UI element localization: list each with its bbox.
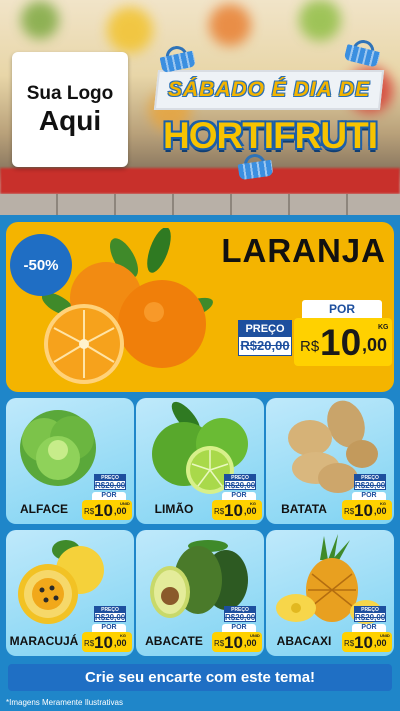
price-tag: PREÇO R$20,00 POR R$ 10,00 KG — [82, 606, 132, 654]
header-subtitle: SÁBADO É DIA DE — [167, 78, 371, 101]
product-name: LIMÃO — [154, 502, 194, 516]
product-name: MARACUJÁ — [9, 634, 79, 648]
price-dec: ,00 — [114, 506, 127, 516]
product-card-batata[interactable]: BATATA PREÇO R$20,00 POR R$ 10,00 KG — [266, 398, 394, 524]
price-dec: ,00 — [244, 638, 257, 648]
header-banner: Sua Logo Aqui SÁBADO É DIA DE HORTIFRUTI — [0, 0, 400, 215]
logo-placeholder[interactable]: Sua Logo Aqui — [12, 52, 128, 167]
disclaimer: *Imagens Meramente Ilustrativas — [6, 698, 123, 707]
old-price-value: R$20,00 — [355, 481, 386, 490]
old-price-box: PREÇO R$20,00 — [94, 606, 126, 622]
price-int: 10 — [94, 501, 113, 520]
currency: R$ — [344, 507, 355, 516]
product-card-maracuja[interactable]: MARACUJÁ PREÇO R$20,00 POR R$ 10,00 KG — [6, 530, 134, 656]
old-price-value: R$20,00 — [355, 613, 386, 622]
product-card-alface[interactable]: ALFACE PREÇO R$20,00 POR R$ 10,00 UNID — [6, 398, 134, 524]
old-price-box: PREÇO R$20,00 — [94, 474, 126, 490]
old-price-value: R$20,00 — [95, 481, 126, 490]
price-unit: KG — [380, 501, 386, 506]
price-dec: ,00 — [362, 335, 388, 355]
product-card-abacaxi[interactable]: ABACAXI PREÇO R$20,00 POR R$ 10,00 UNID — [266, 530, 394, 656]
currency: R$ — [214, 639, 225, 648]
new-price-box: R$ 10,00 UNID — [342, 632, 392, 652]
price-unit: UNID — [380, 633, 390, 638]
price-unit: KG — [378, 324, 389, 331]
price-tag: PREÇO R$20,00 POR R$ 10,00 UNID — [212, 606, 262, 654]
price-unit: UNID — [120, 501, 130, 506]
por-label: POR — [92, 624, 126, 632]
price-dec: ,00 — [374, 638, 387, 648]
old-price-box: PREÇO R$20,00 — [354, 474, 386, 490]
discount-badge: -50% — [10, 234, 72, 296]
price-unit: KG — [250, 501, 256, 506]
por-label: POR — [302, 300, 382, 318]
new-price-box: R$ 10,00 KG — [82, 632, 132, 652]
product-name: ALFACE — [20, 502, 68, 516]
currency: R$ — [214, 507, 225, 516]
logo-line2: Aqui — [38, 104, 102, 136]
new-price-box: R$ 10,00 KG — [342, 500, 392, 520]
old-price-box: PREÇO R$20,00 — [224, 606, 256, 622]
old-price-value: R$20,00 — [95, 613, 126, 622]
por-label: POR — [352, 492, 386, 500]
subtitle-plate: SÁBADO É DIA DE — [153, 70, 385, 110]
price-tag: PREÇO R$20,00 POR R$ 10,00 KG — [212, 474, 262, 522]
shelf-red-band — [0, 168, 400, 194]
product-name: BATATA — [281, 502, 327, 516]
por-label: POR — [222, 492, 256, 500]
price-int: 10 — [320, 322, 362, 363]
old-price-value: R$20,00 — [240, 338, 290, 353]
currency: R$ — [344, 639, 355, 648]
featured-product-name: LARANJA — [221, 232, 386, 269]
currency: R$ — [300, 338, 320, 355]
currency: R$ — [84, 507, 95, 516]
price-int: 10 — [94, 633, 113, 652]
price-int: 10 — [224, 501, 243, 520]
featured-price-tag: PREÇO R$20,00 POR R$ 10 ,00 KG — [238, 300, 394, 380]
price-dec: ,00 — [374, 506, 387, 516]
price-int: 10 — [354, 501, 373, 520]
por-label: POR — [352, 624, 386, 632]
price-tag: PREÇO R$20,00 POR R$ 10,00 KG — [342, 474, 392, 522]
old-price-label: PREÇO — [239, 321, 291, 337]
new-price-box: R$ 10,00 UNID — [82, 500, 132, 520]
old-price-box: PREÇO R$20,00 — [224, 474, 256, 490]
product-card-limao[interactable]: LIMÃO PREÇO R$20,00 POR R$ 10,00 KG — [136, 398, 264, 524]
cta-button[interactable]: Crie seu encarte com este tema! — [8, 664, 392, 691]
new-price-box: R$ 10,00 UNID — [212, 632, 262, 652]
old-price-box: PREÇO R$20,00 — [238, 320, 292, 356]
price-dec: ,00 — [244, 506, 257, 516]
new-price-box: R$ 10 ,00 KG — [294, 318, 392, 366]
price-unit: UNID — [250, 633, 260, 638]
product-name: ABACATE — [145, 634, 203, 648]
por-label: POR — [222, 624, 256, 632]
currency: R$ — [84, 639, 95, 648]
product-name: ABACAXI — [276, 634, 332, 648]
logo-line1: Sua Logo — [26, 82, 114, 104]
old-price-value: R$20,00 — [225, 613, 256, 622]
wood-counter — [0, 194, 400, 215]
new-price-box: R$ 10,00 KG — [212, 500, 262, 520]
price-tag: PREÇO R$20,00 POR R$ 10,00 UNID — [82, 474, 132, 522]
price-tag: PREÇO R$20,00 POR R$ 10,00 UNID — [342, 606, 392, 654]
price-int: 10 — [354, 633, 373, 652]
price-dec: ,00 — [114, 638, 127, 648]
price-int: 10 — [224, 633, 243, 652]
featured-product-card[interactable]: -50% LARANJA PREÇO R$20,00 POR R$ 10 ,00… — [6, 222, 394, 392]
old-price-box: PREÇO R$20,00 — [354, 606, 386, 622]
basket-icon — [236, 152, 274, 181]
price-unit: KG — [120, 633, 126, 638]
old-price-value: R$20,00 — [225, 481, 256, 490]
product-card-abacate[interactable]: ABACATE PREÇO R$20,00 POR R$ 10,00 UNID — [136, 530, 264, 656]
por-label: POR — [92, 492, 126, 500]
